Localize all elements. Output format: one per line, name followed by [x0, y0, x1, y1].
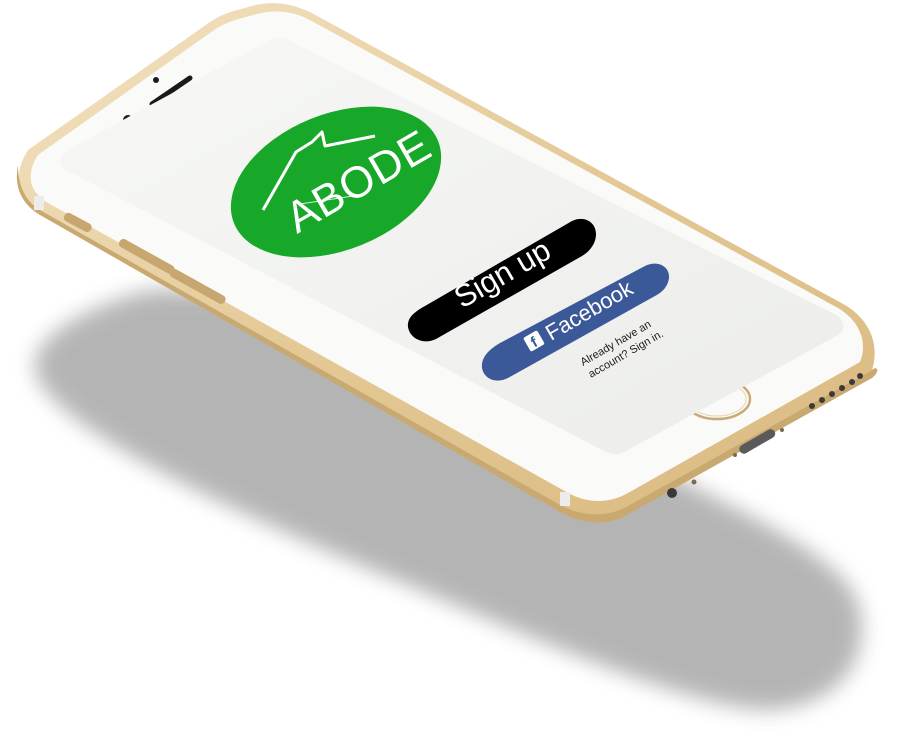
- scene: ABODE Sign up f Facebook Already have an…: [0, 0, 900, 752]
- proximity-sensor: [153, 77, 159, 83]
- antenna-band-bottom: [560, 492, 570, 506]
- headphone-jack: [667, 488, 677, 498]
- phone-mockup: ABODE Sign up f Facebook Already have an…: [16, 3, 878, 710]
- antenna-band: [34, 196, 44, 210]
